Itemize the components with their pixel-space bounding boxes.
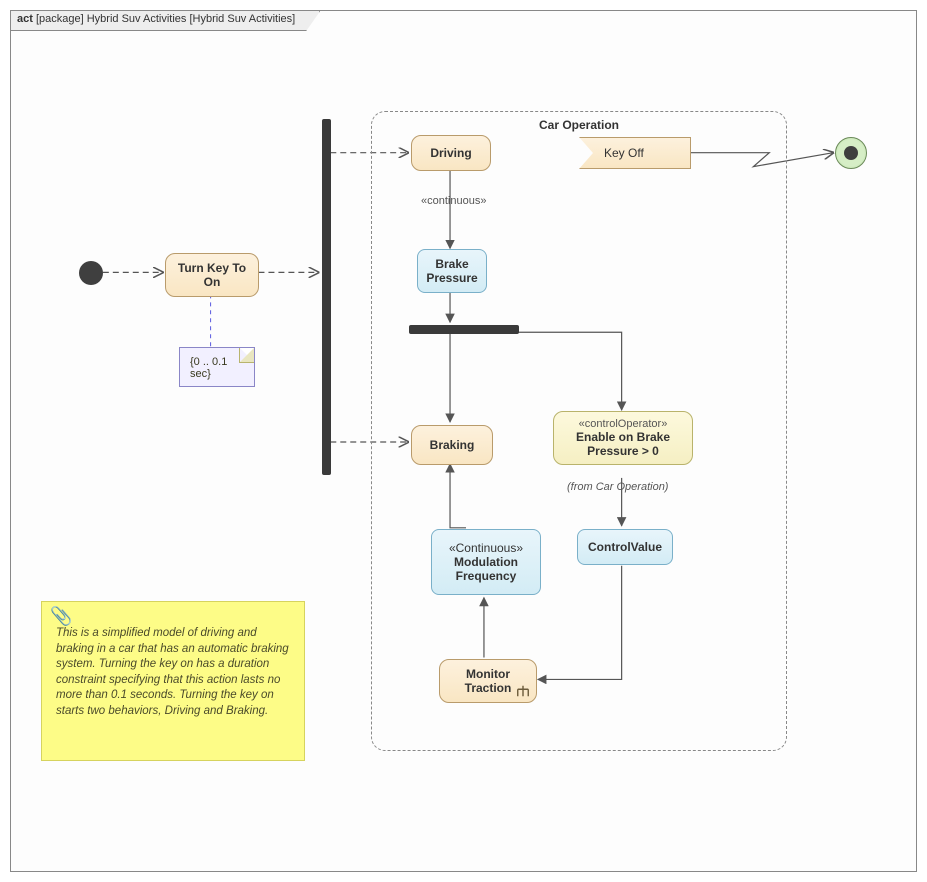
initial-node bbox=[79, 261, 103, 285]
object-brake-pressure[interactable]: Brake Pressure bbox=[417, 249, 487, 293]
action-turn-key-on[interactable]: Turn Key To On bbox=[165, 253, 259, 297]
label-text: (from Car Operation) bbox=[567, 481, 668, 493]
action-label: Braking bbox=[430, 438, 475, 452]
object-modulation-frequency[interactable]: «Continuous» Modulation Frequency bbox=[431, 529, 541, 595]
frame-ns: [package] bbox=[36, 13, 84, 25]
fork-bar-horizontal bbox=[409, 325, 519, 334]
object-label: ControlValue bbox=[588, 540, 662, 554]
action-driving[interactable]: Driving bbox=[411, 135, 491, 171]
control-op-from-label: (from Car Operation) bbox=[567, 481, 668, 493]
frame-title: Hybrid Suv Activities bbox=[87, 13, 187, 25]
paperclip-icon: 📎 bbox=[50, 604, 72, 628]
control-op-label: Enable on Brake Pressure > 0 bbox=[564, 430, 682, 458]
region-title: Car Operation bbox=[372, 118, 786, 132]
action-label: Monitor Traction bbox=[465, 667, 512, 695]
signal-label: Key Off bbox=[604, 146, 644, 160]
control-operator-enable-brake[interactable]: «controlOperator» Enable on Brake Pressu… bbox=[553, 411, 693, 465]
note-text: {0 .. 0.1 sec} bbox=[190, 356, 227, 380]
action-label: Turn Key To On bbox=[178, 261, 246, 289]
signal-key-off[interactable]: Key Off bbox=[579, 137, 691, 169]
object-label: Brake Pressure bbox=[426, 257, 477, 285]
object-control-value[interactable]: ControlValue bbox=[577, 529, 673, 565]
rake-icon bbox=[516, 684, 530, 698]
action-label: Driving bbox=[430, 146, 471, 160]
activity-final-node bbox=[835, 137, 867, 169]
fork-bar-vertical bbox=[322, 119, 331, 475]
frame-tab: act [package] Hybrid Suv Activities [Hyb… bbox=[11, 11, 320, 31]
action-braking[interactable]: Braking bbox=[411, 425, 493, 465]
object-label: Modulation Frequency bbox=[454, 555, 518, 583]
sticky-note: 📎 This is a simplified model of driving … bbox=[41, 601, 305, 761]
sticky-text: This is a simplified model of driving an… bbox=[56, 627, 289, 717]
action-monitor-traction[interactable]: Monitor Traction bbox=[439, 659, 537, 703]
stereotype-label: «controlOperator» bbox=[564, 418, 682, 430]
diagram-frame: act [package] Hybrid Suv Activities [Hyb… bbox=[10, 10, 917, 872]
frame-qualifier: [Hybrid Suv Activities] bbox=[189, 13, 295, 25]
final-inner-dot bbox=[844, 146, 858, 160]
duration-constraint-note: {0 .. 0.1 sec} bbox=[179, 347, 255, 387]
stereotype-label: «Continuous» bbox=[449, 541, 523, 555]
frame-kind: act bbox=[17, 13, 33, 25]
edge-label-continuous: «continuous» bbox=[421, 195, 486, 207]
label-text: «continuous» bbox=[421, 195, 486, 207]
